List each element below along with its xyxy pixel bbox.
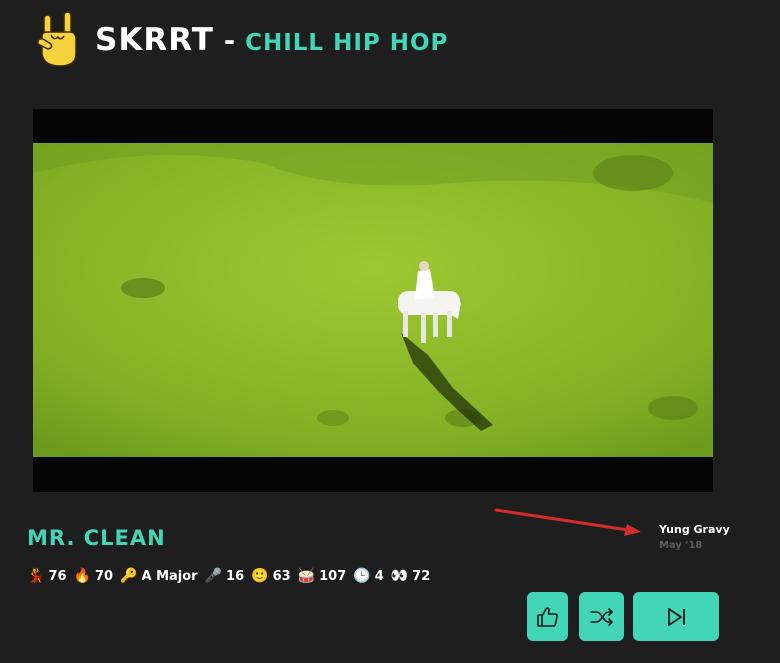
skip-next-icon [668, 607, 685, 626]
player-controls [527, 592, 719, 641]
rock-hand-icon [37, 11, 77, 67]
stat-popularity: 👀 72 [391, 568, 431, 584]
stat-value: 70 [94, 568, 114, 584]
stat-value: 107 [319, 568, 347, 584]
app-header [36, 10, 80, 68]
stat-danceability: 💃 76 [27, 568, 67, 584]
stat-speechiness: 🎤 16 [205, 568, 245, 584]
stat-value: 63 [272, 568, 291, 584]
drum-icon: 🥁 [297, 568, 316, 584]
next-track-button[interactable] [633, 592, 719, 641]
shuffle-button[interactable] [579, 592, 624, 641]
stat-value: 16 [226, 568, 245, 584]
video-frame [33, 143, 713, 457]
app-title: SKRRT - CHILL HIP HOP [95, 22, 448, 58]
stat-value: 76 [48, 568, 67, 584]
artist-name: Yung Gravy [659, 523, 730, 536]
genre-label: CHILL HIP HOP [245, 30, 449, 56]
video-player[interactable] [33, 109, 713, 492]
stat-mood: 🙂 63 [251, 568, 291, 584]
stat-value: 72 [412, 568, 431, 584]
eyes-icon: 👀 [390, 568, 409, 584]
track-stats: 💃 76 🔥 70 🔑 A Major 🎤 16 🙂 63 🥁 107 🕒 4 … [27, 568, 437, 584]
stat-value: 4 [374, 568, 384, 584]
thumbs-up-icon [536, 606, 558, 627]
clock-icon: 🕒 [353, 568, 371, 584]
key-icon: 🔑 [120, 568, 138, 584]
dancer-icon: 💃 [27, 568, 45, 584]
stat-tempo: 🥁 107 [298, 568, 347, 584]
app-name: SKRRT [95, 22, 214, 58]
like-button[interactable] [527, 592, 568, 641]
shuffle-icon [589, 607, 613, 626]
stat-energy: 🔥 70 [74, 568, 114, 584]
title-separator: - [223, 26, 236, 57]
annotation-arrow [494, 508, 641, 536]
stat-value: A Major [141, 568, 198, 584]
smile-icon: 🙂 [251, 568, 269, 584]
song-title: MR. CLEAN [27, 526, 166, 550]
microphone-icon: 🎤 [204, 568, 223, 584]
stat-key: 🔑 A Major [120, 568, 198, 584]
fire-icon: 🔥 [73, 568, 91, 584]
release-date: May '18 [659, 540, 703, 551]
stat-duration: 🕒 4 [353, 568, 383, 584]
